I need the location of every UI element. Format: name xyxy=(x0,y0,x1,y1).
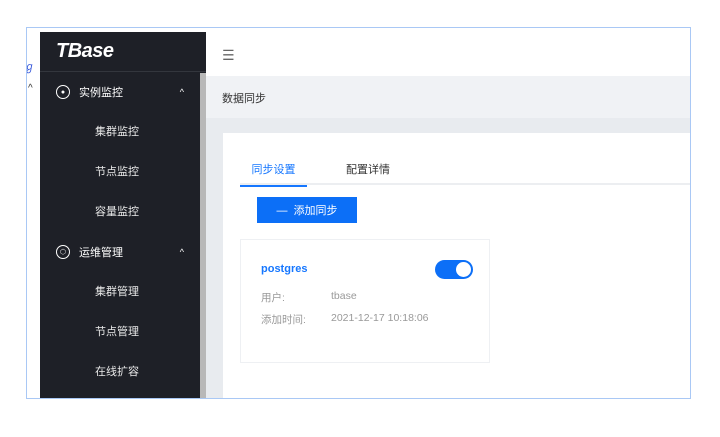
sidebar-item-online-scale[interactable]: 在线扩容 xyxy=(40,352,206,392)
tab-sync-settings[interactable]: 同步设置 xyxy=(240,161,307,187)
user-row: 用户: tbase xyxy=(261,290,357,305)
main-content: 同步设置 配置详情 — 添加同步 postgres 用户: tbase 添加时间:… xyxy=(206,118,690,398)
sync-card: postgres 用户: tbase 添加时间: 2021-12-17 10:18:… xyxy=(240,239,490,363)
collapse-icon[interactable]: ^ xyxy=(28,83,33,94)
add-sync-label: 添加同步 xyxy=(293,205,338,217)
tab-config-details[interactable]: 配置详情 xyxy=(346,161,390,177)
logo: TBase xyxy=(40,32,206,72)
chevron-up-icon: ^ xyxy=(179,247,184,257)
content-card: 同步设置 配置详情 — 添加同步 postgres 用户: tbase 添加时间:… xyxy=(223,133,690,398)
user-label: 用户: xyxy=(261,292,285,304)
sidebar-item-node-manage[interactable]: 节点管理 xyxy=(40,312,206,352)
group-label: 实例监控 xyxy=(79,87,123,99)
app-window: ℊ^ TBase ●实例监控^ 集群监控 节点监控 容量监控 ⬡运维管理^ 集群… xyxy=(26,27,691,399)
header: ☰ xyxy=(206,32,690,76)
sidebar-group-ops[interactable]: ⬡ 运维管理 ^ xyxy=(40,232,206,272)
user-value: tbase xyxy=(331,290,357,302)
sync-name[interactable]: postgres xyxy=(261,263,307,275)
tab-bar: 同步设置 配置详情 xyxy=(240,157,690,187)
sidebar-group-instance-monitor[interactable]: ● 实例监控 ^ xyxy=(40,72,206,112)
sidebar-item-cluster-monitor[interactable]: 集群监控 xyxy=(40,112,206,152)
pin-icon[interactable]: ℊ xyxy=(27,58,35,74)
breadcrumb: 数据同步 xyxy=(206,76,690,118)
menu-icon[interactable]: ☰ xyxy=(222,47,235,64)
left-strip: ℊ^ xyxy=(27,28,40,398)
minus-icon: — xyxy=(276,205,294,217)
time-label: 添加时间: xyxy=(261,314,306,326)
group-label: 运维管理 xyxy=(79,247,123,259)
add-sync-button[interactable]: — 添加同步 xyxy=(257,197,357,223)
gear-icon: ⬡ xyxy=(56,245,70,259)
monitor-icon: ● xyxy=(56,85,70,99)
sidebar-item-capacity-monitor[interactable]: 容量监控 xyxy=(40,192,206,232)
sync-toggle[interactable] xyxy=(435,260,473,279)
time-row: 添加时间: 2021-12-17 10:18:06 xyxy=(261,312,429,327)
chevron-up-icon: ^ xyxy=(179,87,184,97)
sidebar: TBase ● 实例监控 ^ 集群监控 节点监控 容量监控 ⬡ 运维管理 ^ 集群管理 … xyxy=(40,32,206,398)
sidebar-item-node-monitor[interactable]: 节点监控 xyxy=(40,152,206,192)
time-value: 2021-12-17 10:18:06 xyxy=(331,312,429,324)
sidebar-item-cluster-manage[interactable]: 集群管理 xyxy=(40,272,206,312)
